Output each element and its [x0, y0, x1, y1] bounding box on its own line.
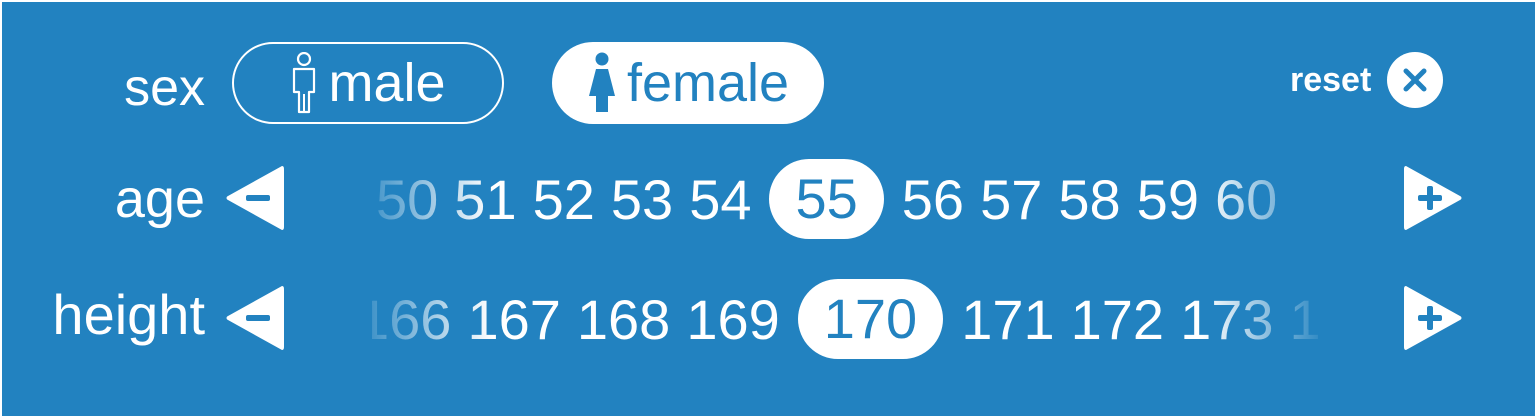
minus-arrow-icon	[224, 282, 286, 354]
age-value[interactable]: 52	[525, 167, 603, 232]
close-icon[interactable]	[1387, 52, 1444, 108]
age-value-list: 50 51 52 53 54 55 56 57 58 59 60	[372, 154, 1285, 244]
male-option-button[interactable]: male	[232, 42, 504, 124]
age-value[interactable]: 50	[372, 167, 446, 232]
age-value[interactable]: 60	[1207, 167, 1285, 232]
height-value[interactable]: 171	[953, 287, 1062, 352]
age-value[interactable]: 56	[894, 167, 972, 232]
age-selected-value[interactable]: 55	[769, 159, 884, 239]
height-value[interactable]: 173	[1172, 287, 1281, 352]
height-value-strip[interactable]: 166 167 168 169 170 171 172 173 174	[372, 274, 1322, 364]
age-value-strip[interactable]: 50 51 52 53 54 55 56 57 58 59 60	[372, 154, 1322, 244]
height-value[interactable]: 168	[569, 287, 678, 352]
age-value[interactable]: 59	[1129, 167, 1207, 232]
height-label: height	[52, 283, 205, 346]
minus-arrow-icon	[224, 162, 286, 234]
age-value[interactable]: 58	[1050, 167, 1128, 232]
age-increase-button[interactable]	[1402, 162, 1464, 234]
height-value[interactable]: 172	[1063, 287, 1172, 352]
sex-label: sex	[124, 59, 205, 117]
female-option-button[interactable]: female	[552, 42, 824, 124]
height-increase-button[interactable]	[1402, 282, 1464, 354]
age-value[interactable]: 53	[603, 167, 681, 232]
plus-arrow-icon	[1402, 162, 1464, 234]
age-label: age	[114, 169, 205, 229]
plus-arrow-icon	[1402, 282, 1464, 354]
height-value[interactable]: 169	[678, 287, 787, 352]
height-value[interactable]: 174	[1282, 287, 1323, 352]
reset-label: reset	[1290, 60, 1372, 99]
male-person-icon	[290, 52, 318, 114]
age-value[interactable]: 51	[446, 167, 524, 232]
selector-panel: sex male female reset age 50 51 52 53 54…	[0, 0, 1537, 418]
male-option-label: male	[328, 53, 446, 113]
female-person-icon	[587, 52, 617, 114]
height-value[interactable]: 166	[372, 287, 459, 352]
reset-button[interactable]: reset	[1290, 52, 1444, 108]
age-value[interactable]: 57	[972, 167, 1050, 232]
female-option-label: female	[626, 53, 790, 113]
height-selected-value[interactable]: 170	[797, 279, 944, 359]
age-value[interactable]: 54	[681, 167, 759, 232]
height-value-list: 166 167 168 169 170 171 172 173 174	[372, 274, 1322, 364]
height-decrease-button[interactable]	[224, 282, 286, 354]
height-value[interactable]: 167	[459, 287, 568, 352]
age-decrease-button[interactable]	[224, 162, 286, 234]
